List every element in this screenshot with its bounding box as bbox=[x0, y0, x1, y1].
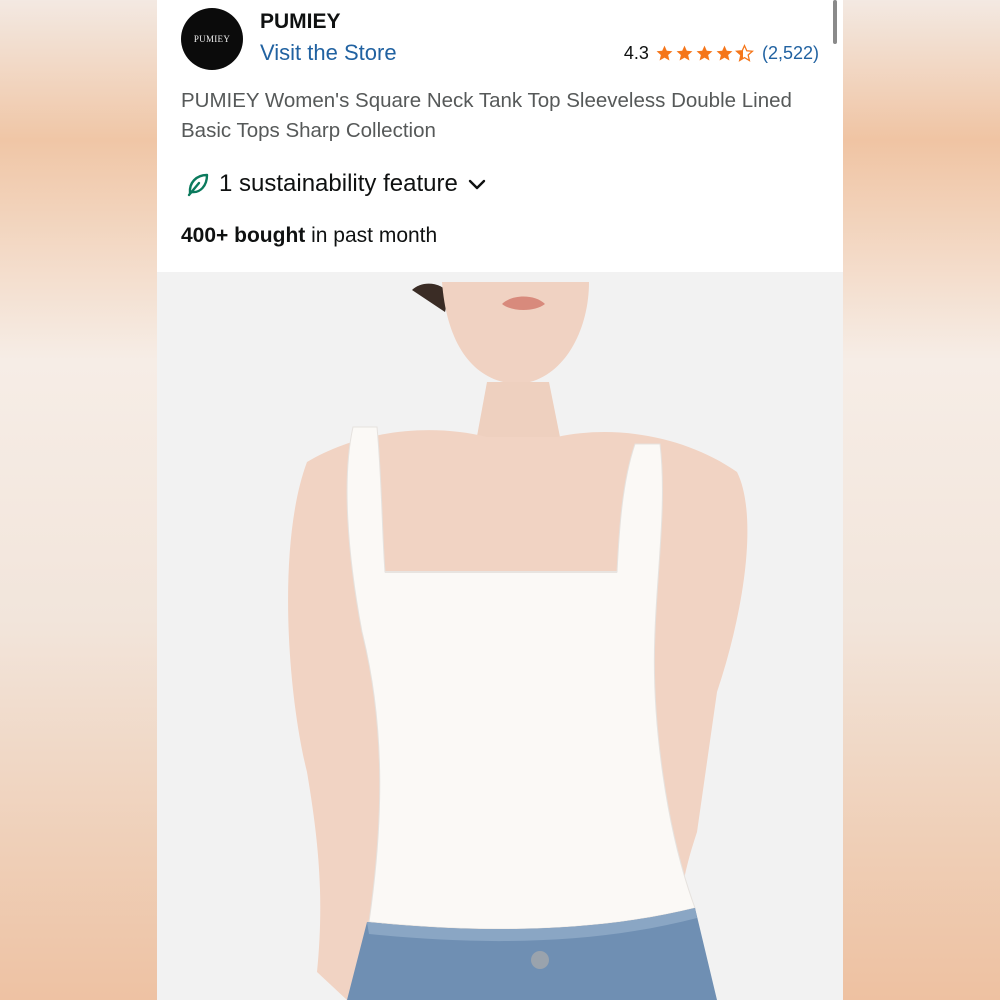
store-logo[interactable]: PUMIEY bbox=[181, 8, 243, 70]
background-blur-right bbox=[843, 0, 1000, 1000]
sustainability-label: 1 sustainability feature bbox=[219, 170, 458, 197]
bought-count-rest: in past month bbox=[305, 224, 438, 247]
chevron-down-icon bbox=[468, 179, 486, 190]
brand-name: PUMIEY bbox=[260, 10, 341, 33]
star-icon bbox=[716, 45, 733, 61]
rating-value: 4.3 bbox=[623, 43, 649, 63]
star-icon bbox=[676, 45, 693, 61]
rating-summary[interactable]: 4.3 (2,522) bbox=[624, 43, 819, 64]
star-icon bbox=[656, 45, 673, 61]
product-page: PUMIEY PUMIEY Visit the Store 4.3 (2,522… bbox=[157, 0, 843, 1000]
product-header: PUMIEY PUMIEY Visit the Store 4.3 (2,522… bbox=[157, 0, 843, 272]
background-blur-left bbox=[0, 0, 157, 1000]
leaf-icon bbox=[187, 173, 209, 197]
rating-count-link[interactable]: (2,522) bbox=[762, 43, 819, 64]
scroll-indicator[interactable] bbox=[833, 0, 837, 44]
sustainability-toggle[interactable]: 1 sustainability feature bbox=[185, 170, 488, 198]
star-rating bbox=[655, 44, 754, 63]
star-half-icon bbox=[734, 44, 754, 62]
product-title[interactable]: PUMIEY Women's Square Neck Tank Top Slee… bbox=[181, 86, 821, 146]
bought-count-bold: 400+ bought bbox=[181, 224, 306, 247]
product-image[interactable] bbox=[157, 272, 843, 1000]
star-icon bbox=[696, 45, 713, 61]
store-logo-text: PUMIEY bbox=[193, 34, 231, 44]
bought-count: 400+ bought in past month bbox=[181, 224, 437, 248]
product-photo-illustration bbox=[157, 272, 843, 1000]
visit-store-link[interactable]: Visit the Store bbox=[260, 40, 397, 66]
